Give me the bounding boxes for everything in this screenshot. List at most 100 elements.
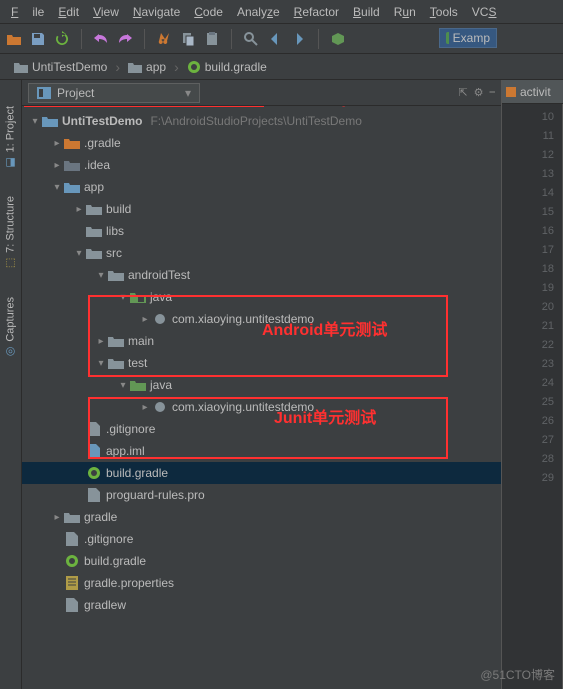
menu-edit[interactable]: Edit [51, 5, 86, 19]
breadcrumb-bar: UntiTestDemo › app › build.gradle [0, 54, 563, 80]
module-icon [42, 114, 58, 128]
settings-icon[interactable]: ⚙ [474, 86, 484, 99]
undo-icon[interactable] [93, 31, 109, 47]
tree-libs[interactable]: libs [22, 220, 501, 242]
sync-icon[interactable] [54, 31, 70, 47]
tree-gitignore2[interactable]: .gitignore [22, 528, 501, 550]
test-folder-icon [130, 378, 146, 392]
chevron-right-icon[interactable] [140, 402, 150, 412]
tree-pkg-android[interactable]: com.xiaoying.untitestdemo [22, 308, 501, 330]
tree-label: gradle.properties [84, 576, 174, 590]
tree-proguard[interactable]: proguard-rules.pro [22, 484, 501, 506]
paste-icon[interactable] [204, 31, 220, 47]
cut-icon[interactable] [156, 31, 172, 47]
folder-icon [64, 158, 80, 172]
chevron-down-icon[interactable] [52, 182, 62, 192]
menu-build[interactable]: Build [346, 5, 387, 19]
tree-label: test [128, 356, 147, 370]
tree-label: libs [106, 224, 124, 238]
menu-navigate[interactable]: Navigate [126, 5, 187, 19]
tree-main[interactable]: main [22, 330, 501, 352]
line-number: 13 [510, 165, 554, 184]
run-config-selector[interactable]: Examp [439, 28, 497, 48]
chevron-right-icon[interactable] [52, 160, 62, 170]
tree-label: com.xiaoying.untitestdemo [172, 312, 314, 326]
project-tree[interactable]: 切换为Project视图 Android单元测试 Junit单元测试 UntiT… [22, 106, 501, 689]
chevron-down-icon[interactable] [96, 270, 106, 280]
open-icon[interactable] [6, 31, 22, 47]
tab-structure[interactable]: ⬚ 7: Structure [2, 190, 19, 276]
file-icon [64, 598, 80, 612]
tree-gitignore[interactable]: .gitignore [22, 418, 501, 440]
menu-file[interactable]: File [4, 5, 51, 19]
line-number: 12 [510, 146, 554, 165]
tab-captures[interactable]: ◎ Captures [2, 291, 19, 365]
chevron-right-icon[interactable] [52, 512, 62, 522]
folder-icon [86, 246, 102, 260]
chevron-right-icon[interactable] [140, 314, 150, 324]
tab-project[interactable]: ◧ 1: Project [2, 100, 19, 175]
tree-gradle-dir[interactable]: .gradle [22, 132, 501, 154]
find-icon[interactable] [243, 31, 259, 47]
menu-vcs[interactable]: VCS [465, 5, 504, 19]
tree-java-android[interactable]: java [22, 286, 501, 308]
tree-test[interactable]: test [22, 352, 501, 374]
tree-app-iml[interactable]: app.iml [22, 440, 501, 462]
tree-build[interactable]: build [22, 198, 501, 220]
tree-gradle-mod[interactable]: gradle [22, 506, 501, 528]
breadcrumb-file[interactable]: build.gradle [179, 60, 275, 74]
tree-pkg-test[interactable]: com.xiaoying.untitestdemo [22, 396, 501, 418]
menu-refactor[interactable]: Refactor [287, 5, 346, 19]
line-number: 21 [510, 317, 554, 336]
chevron-down-icon[interactable] [118, 292, 128, 302]
breadcrumb-module[interactable]: app [120, 60, 174, 74]
chevron-down-icon[interactable] [30, 116, 40, 126]
project-view-selector[interactable]: Project ▾ [28, 83, 200, 103]
chevron-right-icon[interactable] [96, 336, 106, 346]
menu-analyze[interactable]: Analyze [230, 5, 287, 19]
chevron-right-icon[interactable] [52, 138, 62, 148]
tree-androidtest[interactable]: androidTest [22, 264, 501, 286]
tree-java-test[interactable]: java [22, 374, 501, 396]
editor-tab[interactable]: activit [502, 80, 563, 104]
package-icon [152, 400, 168, 414]
folder-icon [64, 136, 80, 150]
redo-icon[interactable] [117, 31, 133, 47]
save-icon[interactable] [30, 31, 46, 47]
chevron-right-icon[interactable] [74, 204, 84, 214]
gradle-icon [64, 554, 80, 568]
tree-label: build.gradle [106, 466, 168, 480]
package-icon [152, 312, 168, 326]
tree-app[interactable]: app [22, 176, 501, 198]
copy-icon[interactable] [180, 31, 196, 47]
breadcrumb-module-label: app [146, 60, 166, 74]
menu-tools[interactable]: Tools [423, 5, 465, 19]
menu-run[interactable]: Run [387, 5, 423, 19]
breadcrumb-root[interactable]: UntiTestDemo [6, 60, 115, 74]
gradle-icon [86, 466, 102, 480]
hide-icon[interactable]: ⎯ [490, 86, 496, 99]
chevron-down-icon[interactable] [74, 248, 84, 258]
tree-build-gradle[interactable]: build.gradle [22, 462, 501, 484]
tree-root[interactable]: UntiTestDemo F:\AndroidStudioProjects\Un… [22, 110, 501, 132]
menu-view[interactable]: View [86, 5, 126, 19]
tree-label: gradlew [84, 598, 126, 612]
collapse-all-icon[interactable]: ⇱ [458, 86, 467, 99]
make-icon[interactable] [330, 31, 346, 47]
tree-src[interactable]: src [22, 242, 501, 264]
menu-code[interactable]: Code [187, 5, 230, 19]
tree-label: main [128, 334, 154, 348]
forward-icon[interactable] [291, 31, 307, 47]
tree-gradlew[interactable]: gradlew [22, 594, 501, 616]
tree-build-gradle2[interactable]: build.gradle [22, 550, 501, 572]
chevron-down-icon: ▾ [185, 86, 191, 100]
chevron-down-icon[interactable] [96, 358, 106, 368]
file-icon [86, 422, 102, 436]
line-number: 19 [510, 279, 554, 298]
back-icon[interactable] [267, 31, 283, 47]
chevron-down-icon[interactable] [118, 380, 128, 390]
tree-label: app.iml [106, 444, 145, 458]
tree-gradle-props[interactable]: gradle.properties [22, 572, 501, 594]
folder-icon [86, 202, 102, 216]
tree-idea-dir[interactable]: .idea [22, 154, 501, 176]
